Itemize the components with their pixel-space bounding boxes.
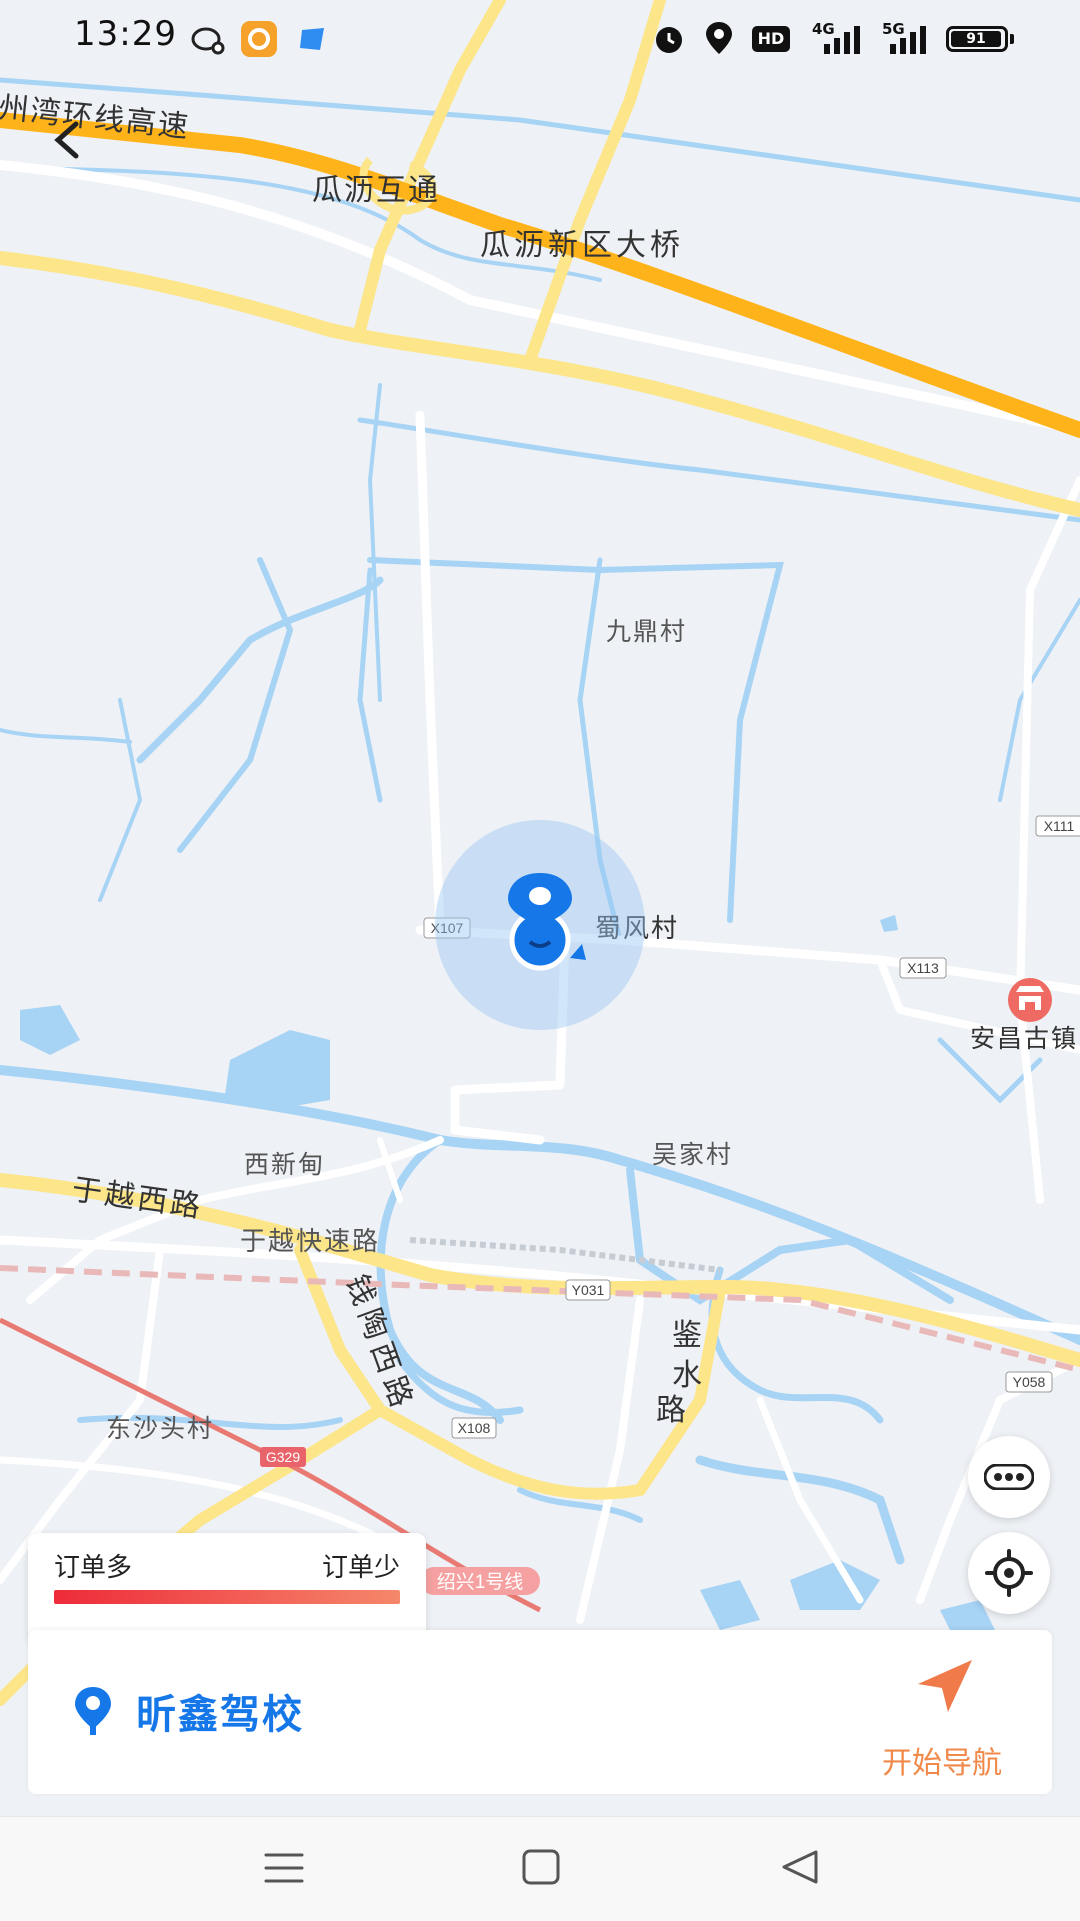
place-label: 西新甸 (244, 1151, 325, 1179)
start-navigation-label: 开始导航 (882, 1746, 1002, 1781)
status-bar: 13:29 HD 4G 5G 91 (0, 0, 1080, 78)
road-label: 瓜沥新区大桥 (480, 229, 684, 262)
place-label: 东沙头村 (106, 1415, 214, 1443)
menu-icon[interactable] (264, 1851, 304, 1885)
locate-button[interactable] (968, 1532, 1050, 1614)
place-label: 安昌古镇 (970, 1025, 1078, 1053)
more-button[interactable] (968, 1436, 1050, 1518)
app-orange-icon (241, 21, 277, 57)
order-density-legend: 订单多 订单少 (28, 1533, 426, 1643)
legend-label-many: 订单多 (54, 1553, 133, 1583)
road-code: Y058 (1013, 1374, 1046, 1390)
road-code: Y031 (572, 1282, 605, 1298)
start-navigation-button[interactable]: 开始导航 (862, 1650, 1022, 1781)
location-pin-icon (75, 1687, 111, 1735)
back-icon[interactable] (780, 1849, 820, 1885)
road-label: 于越快速路 (240, 1226, 380, 1256)
legend-gradient-bar (54, 1590, 400, 1604)
more-icon (984, 1464, 1034, 1490)
signal-4g-icon (824, 26, 860, 54)
road-code: X108 (458, 1420, 491, 1436)
hd-badge: HD (752, 26, 790, 52)
navigation-arrow-icon (918, 1660, 972, 1712)
back-chevron-icon[interactable] (48, 120, 84, 160)
place-label: 九鼎村 (606, 618, 687, 646)
chat-icon (191, 27, 225, 55)
road-label-vertical: 鉴 (672, 1319, 702, 1352)
location-name: 昕鑫驾校 (136, 1692, 304, 1738)
road-code: X113 (907, 960, 939, 976)
battery-icon: 91 (946, 26, 1008, 52)
road-code: X111 (1044, 818, 1075, 834)
location-card[interactable]: 昕鑫驾校 开始导航 (28, 1630, 1052, 1794)
signal-5g-icon (890, 26, 926, 54)
place-label: 吴家村 (652, 1141, 733, 1169)
status-time: 13:29 (74, 14, 177, 54)
road-label: 瓜沥互通 (312, 174, 440, 207)
battery-level: 91 (951, 31, 1001, 47)
metro-label: 绍兴1号线 (437, 1571, 524, 1593)
road-label-vertical: 水 (672, 1359, 702, 1392)
temple-poi-icon[interactable] (1008, 978, 1052, 1022)
home-icon[interactable] (522, 1849, 560, 1885)
system-navigation-bar (0, 1816, 1080, 1921)
legend-label-few: 订单少 (321, 1553, 400, 1583)
locate-icon (985, 1549, 1033, 1597)
road-code: G329 (266, 1449, 300, 1465)
location-icon (706, 22, 732, 54)
alarm-icon (656, 27, 682, 53)
road-label-vertical: 路 (656, 1394, 686, 1427)
app-blue-icon (300, 28, 324, 50)
